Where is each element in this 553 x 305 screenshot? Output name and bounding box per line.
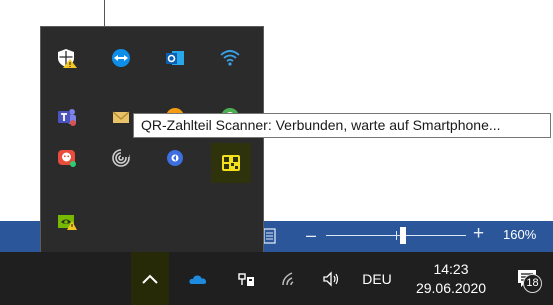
zoom-slider-center-tick — [396, 231, 397, 240]
wifi-signal-icon — [282, 271, 294, 285]
teams-icon — [58, 109, 76, 126]
tray-icon-outlook[interactable] — [160, 43, 190, 73]
speaker-icon — [323, 270, 339, 287]
teamviewer-icon — [112, 49, 130, 67]
taskbar: DEU 14:23 29.06.2020 18 — [0, 252, 553, 305]
tray-icon-teams[interactable] — [52, 102, 82, 132]
clock-date: 29.06.2020 — [415, 279, 487, 296]
wifi-tray-icon[interactable] — [273, 252, 307, 305]
windows-security-warning-icon — [58, 49, 77, 68]
tray-icon-blue-circle-app[interactable] — [160, 143, 190, 173]
tray-icon-red-chat-app[interactable] — [52, 143, 82, 173]
tray-icon-nvidia[interactable] — [52, 207, 82, 237]
background-divider-line — [104, 0, 105, 26]
network-power-tray-icon[interactable] — [229, 252, 263, 305]
notification-count-badge: 18 — [523, 274, 542, 293]
qr-scanner-tooltip: QR-Zahlteil Scanner: Verbunden, warte au… — [133, 113, 551, 138]
chevron-up-icon — [142, 274, 158, 284]
taskbar-clock[interactable]: 14:23 29.06.2020 — [404, 252, 498, 305]
zoom-level-label[interactable]: 160% — [503, 227, 536, 242]
show-hidden-icons-button[interactable] — [131, 252, 169, 305]
tray-icon-fingerprint[interactable] — [106, 143, 136, 173]
tray-icon-mail[interactable] — [106, 102, 136, 132]
blue-circle-app-icon — [167, 150, 183, 166]
onedrive-icon — [189, 274, 207, 284]
zoom-slider-thumb[interactable] — [400, 227, 406, 244]
action-center-button[interactable]: 18 — [505, 252, 549, 305]
volume-tray-icon[interactable] — [314, 252, 348, 305]
tray-icon-teamviewer[interactable] — [106, 43, 136, 73]
input-language-indicator[interactable]: DEU — [357, 252, 397, 305]
onedrive-tray-icon[interactable] — [181, 252, 215, 305]
tray-icon-qr-scanner[interactable] — [211, 143, 251, 183]
fingerprint-icon — [112, 149, 130, 167]
tray-icon-wifi[interactable] — [215, 43, 245, 73]
plug-network-icon — [238, 272, 254, 286]
tray-icon-windows-security[interactable] — [52, 43, 82, 73]
tray-overflow-panel — [40, 26, 264, 252]
zoom-out-button[interactable]: – — [306, 224, 316, 246]
page-view-icon[interactable] — [262, 228, 278, 244]
clock-time: 14:23 — [433, 260, 469, 277]
qr-scanner-icon — [222, 155, 240, 171]
nvidia-warning-icon — [58, 215, 77, 230]
wifi-icon — [220, 50, 240, 66]
zoom-in-button[interactable]: + — [473, 223, 484, 245]
red-chat-app-icon — [58, 150, 76, 167]
mail-icon — [112, 111, 130, 123]
outlook-icon — [166, 51, 184, 65]
